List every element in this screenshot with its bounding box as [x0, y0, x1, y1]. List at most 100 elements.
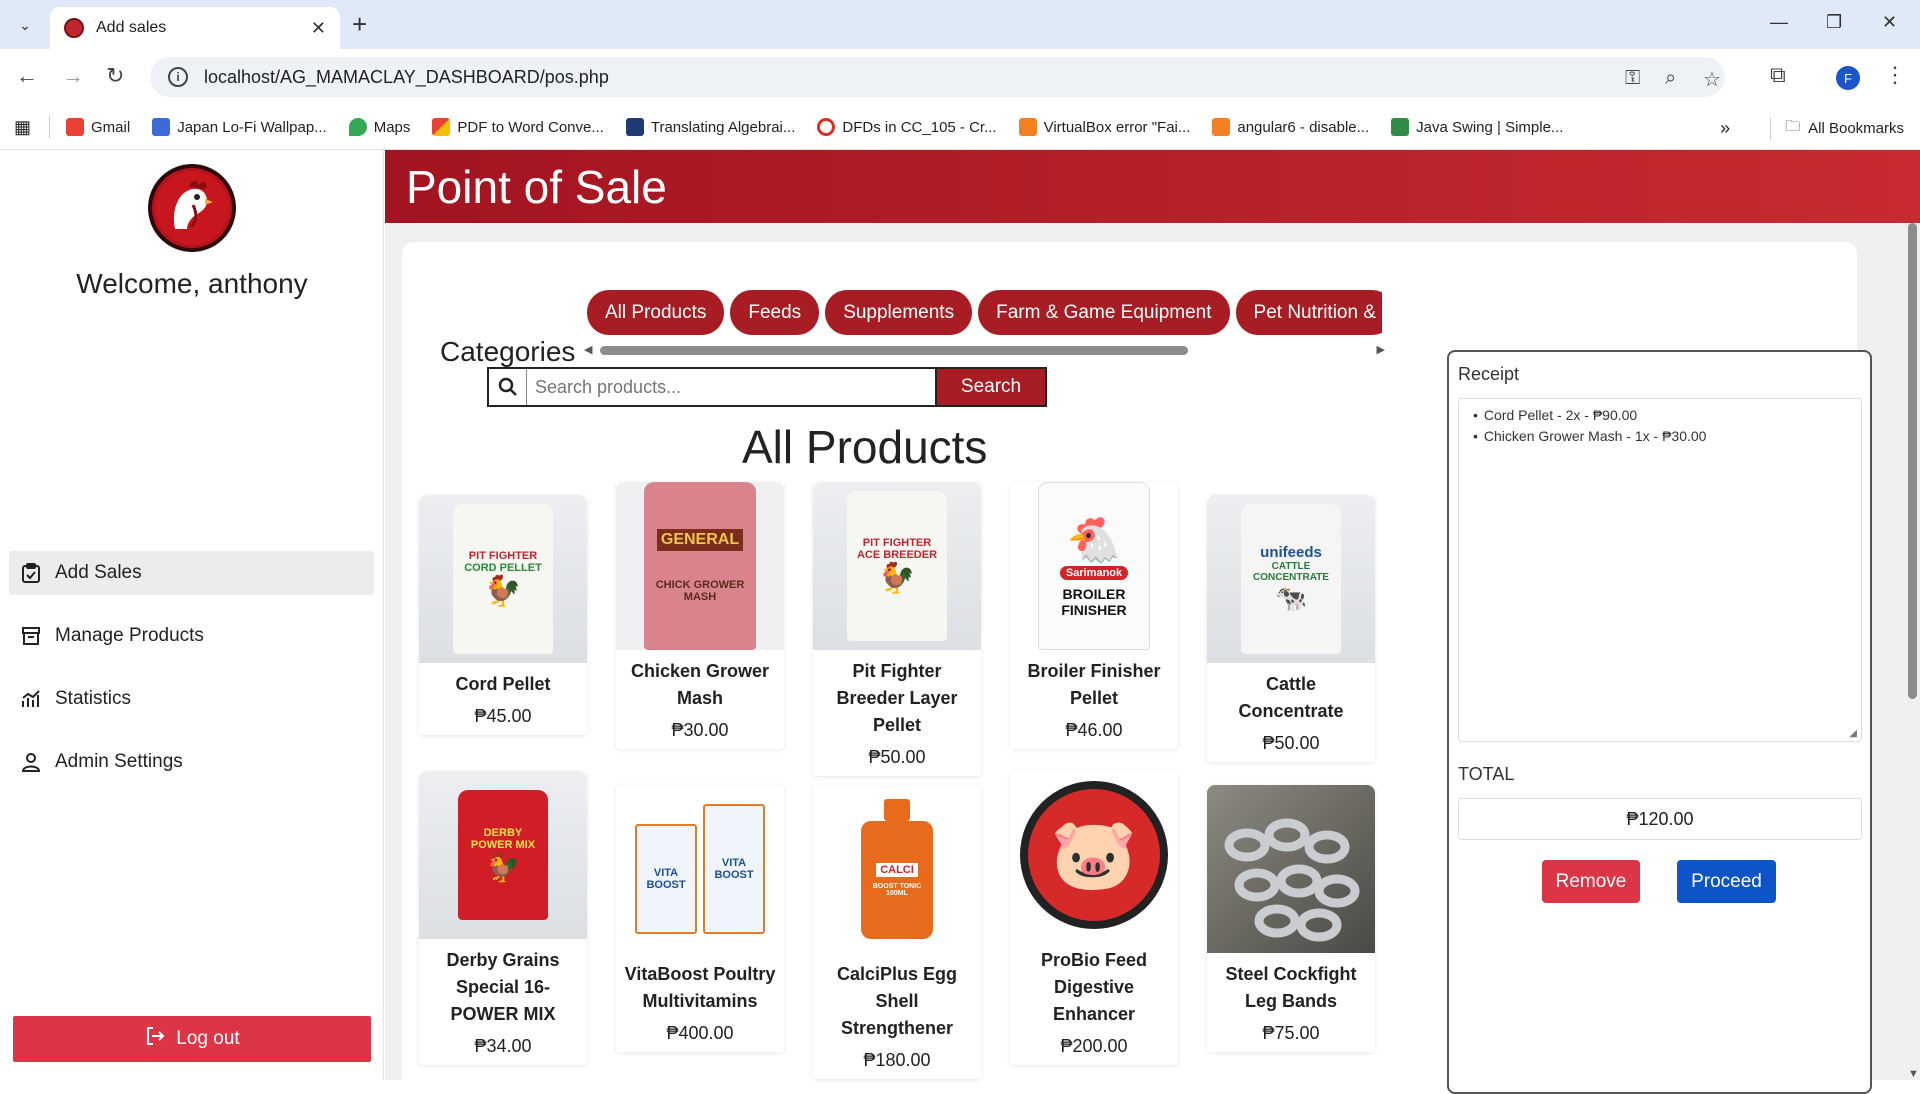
- category-pet-nutrition[interactable]: Pet Nutrition &: [1235, 290, 1382, 335]
- logout-label: Log out: [176, 1028, 240, 1049]
- all-bookmarks-button[interactable]: All Bookmarks: [1808, 120, 1904, 137]
- close-window-button[interactable]: ✕: [1882, 12, 1897, 33]
- product-price: ₱180.00: [863, 1050, 931, 1070]
- feed-bag-graphic: unifeeds CATTLE CONCENTRATE 🐄: [1241, 504, 1341, 654]
- main-content: Point of Sale Categories All Products Fee…: [385, 150, 1920, 1094]
- restore-button[interactable]: ❐: [1826, 12, 1842, 33]
- product-price: ₱50.00: [868, 747, 926, 767]
- product-name: Pit Fighter Breeder Layer Pellet: [836, 661, 958, 735]
- browser-menu-icon[interactable]: ⋮: [1884, 62, 1906, 88]
- rooster-logo: [148, 164, 236, 252]
- bookmark-gmail[interactable]: Gmail: [66, 118, 130, 136]
- bookmark-dfds[interactable]: DFDs in CC_105 - Cr...: [817, 118, 997, 136]
- receipt-line[interactable]: Cord Pellet - 2x - ₱90.00: [1473, 407, 1847, 423]
- category-all-products[interactable]: All Products: [587, 290, 725, 335]
- bookmark-virtualbox[interactable]: VirtualBox error "Fai...: [1018, 118, 1190, 136]
- receipt-line[interactable]: Chicken Grower Mash - 1x - ₱30.00: [1473, 428, 1847, 444]
- category-supplements[interactable]: Supplements: [825, 290, 973, 335]
- category-scrollbar[interactable]: ◀ ▶: [582, 343, 1387, 357]
- archive-box-icon: [19, 624, 43, 648]
- rooster-icon: 🐓: [484, 574, 522, 608]
- bookmark-japan-lofi[interactable]: Japan Lo-Fi Wallpap...: [152, 118, 327, 136]
- logout-button[interactable]: Log out: [13, 1016, 371, 1062]
- sidebar-item-admin-settings[interactable]: Admin Settings: [9, 740, 374, 784]
- pig-mascot-graphic: 🐷: [1020, 781, 1168, 929]
- sidebar-item-label: Manage Products: [55, 625, 204, 646]
- product-card-pit-fighter-breeder[interactable]: PIT FIGHTER ACE BREEDER 🐓 Pit Fighter Bree…: [813, 482, 981, 776]
- pig-icon: 🐷: [1028, 789, 1160, 921]
- sidebar-item-manage-products[interactable]: Manage Products: [9, 614, 374, 658]
- apps-grid-icon[interactable]: ▦: [14, 117, 31, 138]
- more-bookmarks-icon[interactable]: »: [1720, 118, 1730, 139]
- search-button[interactable]: Search: [937, 367, 1047, 407]
- product-card-chicken-grower-mash[interactable]: GENERAL CHICK GROWER MASH Chicken Grower …: [616, 482, 784, 749]
- reload-icon[interactable]: ↻: [106, 63, 124, 89]
- bookmark-pdf-to-word[interactable]: PDF to Word Conve...: [432, 118, 604, 136]
- remove-button[interactable]: Remove: [1542, 860, 1640, 903]
- scroll-left-arrow-icon[interactable]: ◀: [584, 343, 592, 356]
- feed-bag-graphic: GENERAL CHICK GROWER MASH: [644, 482, 756, 650]
- resize-handle-icon[interactable]: ◢: [1849, 728, 1857, 739]
- back-icon[interactable]: ←: [16, 63, 38, 89]
- product-card-vitaboost[interactable]: VITA BOOST VITA BOOST VitaBoost Poultry …: [616, 785, 784, 1052]
- product-card-cord-pellet[interactable]: PIT FIGHTER CORD PELLET 🐓 Cord Pellet ₱45.…: [419, 495, 587, 735]
- cow-icon: 🐄: [1274, 583, 1308, 613]
- feed-bag-graphic: PIT FIGHTER CORD PELLET 🐓: [453, 504, 553, 654]
- product-card-cattle-concentrate[interactable]: unifeeds CATTLE CONCENTRATE 🐄 Cattle Conce…: [1207, 495, 1375, 762]
- total-label: TOTAL: [1458, 764, 1515, 784]
- minimize-button[interactable]: —: [1770, 12, 1788, 33]
- tab-favicon: [64, 18, 84, 38]
- product-card-calciplus[interactable]: CALCI BOOST TONIC 100ML CalciPlus Egg She…: [813, 785, 981, 1079]
- scroll-down-arrow-icon[interactable]: ▼: [1908, 1068, 1919, 1080]
- pos-app: Welcome, anthony Add Sales Manage Produc…: [0, 150, 1920, 1094]
- gmail-icon: [66, 118, 85, 136]
- scrollbar-thumb[interactable]: [1908, 223, 1917, 699]
- scrollbar-thumb[interactable]: [600, 346, 1188, 355]
- product-name: Cattle Concentrate: [1238, 674, 1344, 721]
- scroll-right-arrow-icon[interactable]: ▶: [1377, 343, 1385, 356]
- sidebar-item-label: Statistics: [55, 688, 132, 709]
- bookmark-translating-algebra[interactable]: Translating Algebrai...: [625, 118, 795, 136]
- forward-icon[interactable]: →: [62, 63, 84, 89]
- site-info-icon[interactable]: i: [168, 67, 188, 87]
- product-image: DERBY POWER MIX 🐓: [419, 771, 587, 939]
- zoom-icon[interactable]: ⌕: [1665, 67, 1676, 90]
- box-graphic: VITA BOOST VITA BOOST: [635, 804, 765, 934]
- omnibox[interactable]: i localhost/AG_MAMACLAY_DASHBOARD/pos.ph…: [150, 57, 1725, 97]
- sidebar-item-label: Add Sales: [55, 562, 142, 583]
- category-feeds[interactable]: Feeds: [730, 290, 820, 335]
- password-key-icon[interactable]: ⚿: [1625, 67, 1640, 90]
- bookmark-java-swing[interactable]: Java Swing | Simple...: [1391, 118, 1563, 136]
- maps-pin-icon: [348, 118, 367, 136]
- tab-close-icon[interactable]: ✕: [311, 18, 326, 39]
- geeksforgeeks-icon: [1391, 118, 1410, 136]
- new-tab-button[interactable]: +: [352, 10, 367, 38]
- product-card-leg-bands[interactable]: Steel Cockfight Leg Bands ₱75.00: [1207, 785, 1375, 1052]
- receipt-label: Receipt: [1458, 364, 1520, 384]
- tab-search-button[interactable]: ⌄: [10, 10, 40, 40]
- product-price: ₱200.00: [1060, 1036, 1128, 1056]
- receipt-list[interactable]: Cord Pellet - 2x - ₱90.00 Chicken Grower…: [1458, 398, 1862, 742]
- extensions-icon[interactable]: ⧉: [1770, 62, 1786, 88]
- bookmarks-bar: ▦ Gmail Japan Lo-Fi Wallpap... Maps PDF …: [0, 105, 1920, 150]
- product-price: ₱50.00: [1262, 733, 1320, 753]
- page-scrollbar[interactable]: ▼: [1905, 223, 1920, 1080]
- search-input[interactable]: [527, 369, 935, 405]
- sidebar: Welcome, anthony Add Sales Manage Produc…: [0, 150, 384, 1080]
- product-card-probio[interactable]: 🐷 ProBio Feed Digestive Enhancer ₱200.00: [1010, 771, 1178, 1065]
- bookmark-star-icon[interactable]: ☆: [1703, 67, 1721, 92]
- category-farm-game-equipment[interactable]: Farm & Game Equipment: [978, 290, 1230, 335]
- product-card-broiler-finisher[interactable]: 🐔 Sarimanok BROILER FINISHER Broiler Finis…: [1010, 482, 1178, 749]
- product-image: [1207, 785, 1375, 953]
- product-card-derby-power-mix[interactable]: DERBY POWER MIX 🐓 Derby Grains Special 16-…: [419, 771, 587, 1065]
- profile-avatar[interactable]: F: [1836, 66, 1860, 90]
- browser-tab[interactable]: Add sales ✕: [50, 7, 340, 49]
- product-price: ₱30.00: [671, 720, 729, 740]
- proceed-button[interactable]: Proceed: [1677, 860, 1776, 903]
- sidebar-item-statistics[interactable]: Statistics: [9, 677, 374, 721]
- bookmark-maps[interactable]: Maps: [348, 118, 410, 136]
- product-name: Cord Pellet: [455, 674, 551, 694]
- sidebar-item-add-sales[interactable]: Add Sales: [9, 551, 374, 595]
- categories-label: Categories: [440, 336, 576, 367]
- bookmark-angular6[interactable]: angular6 - disable...: [1212, 118, 1369, 136]
